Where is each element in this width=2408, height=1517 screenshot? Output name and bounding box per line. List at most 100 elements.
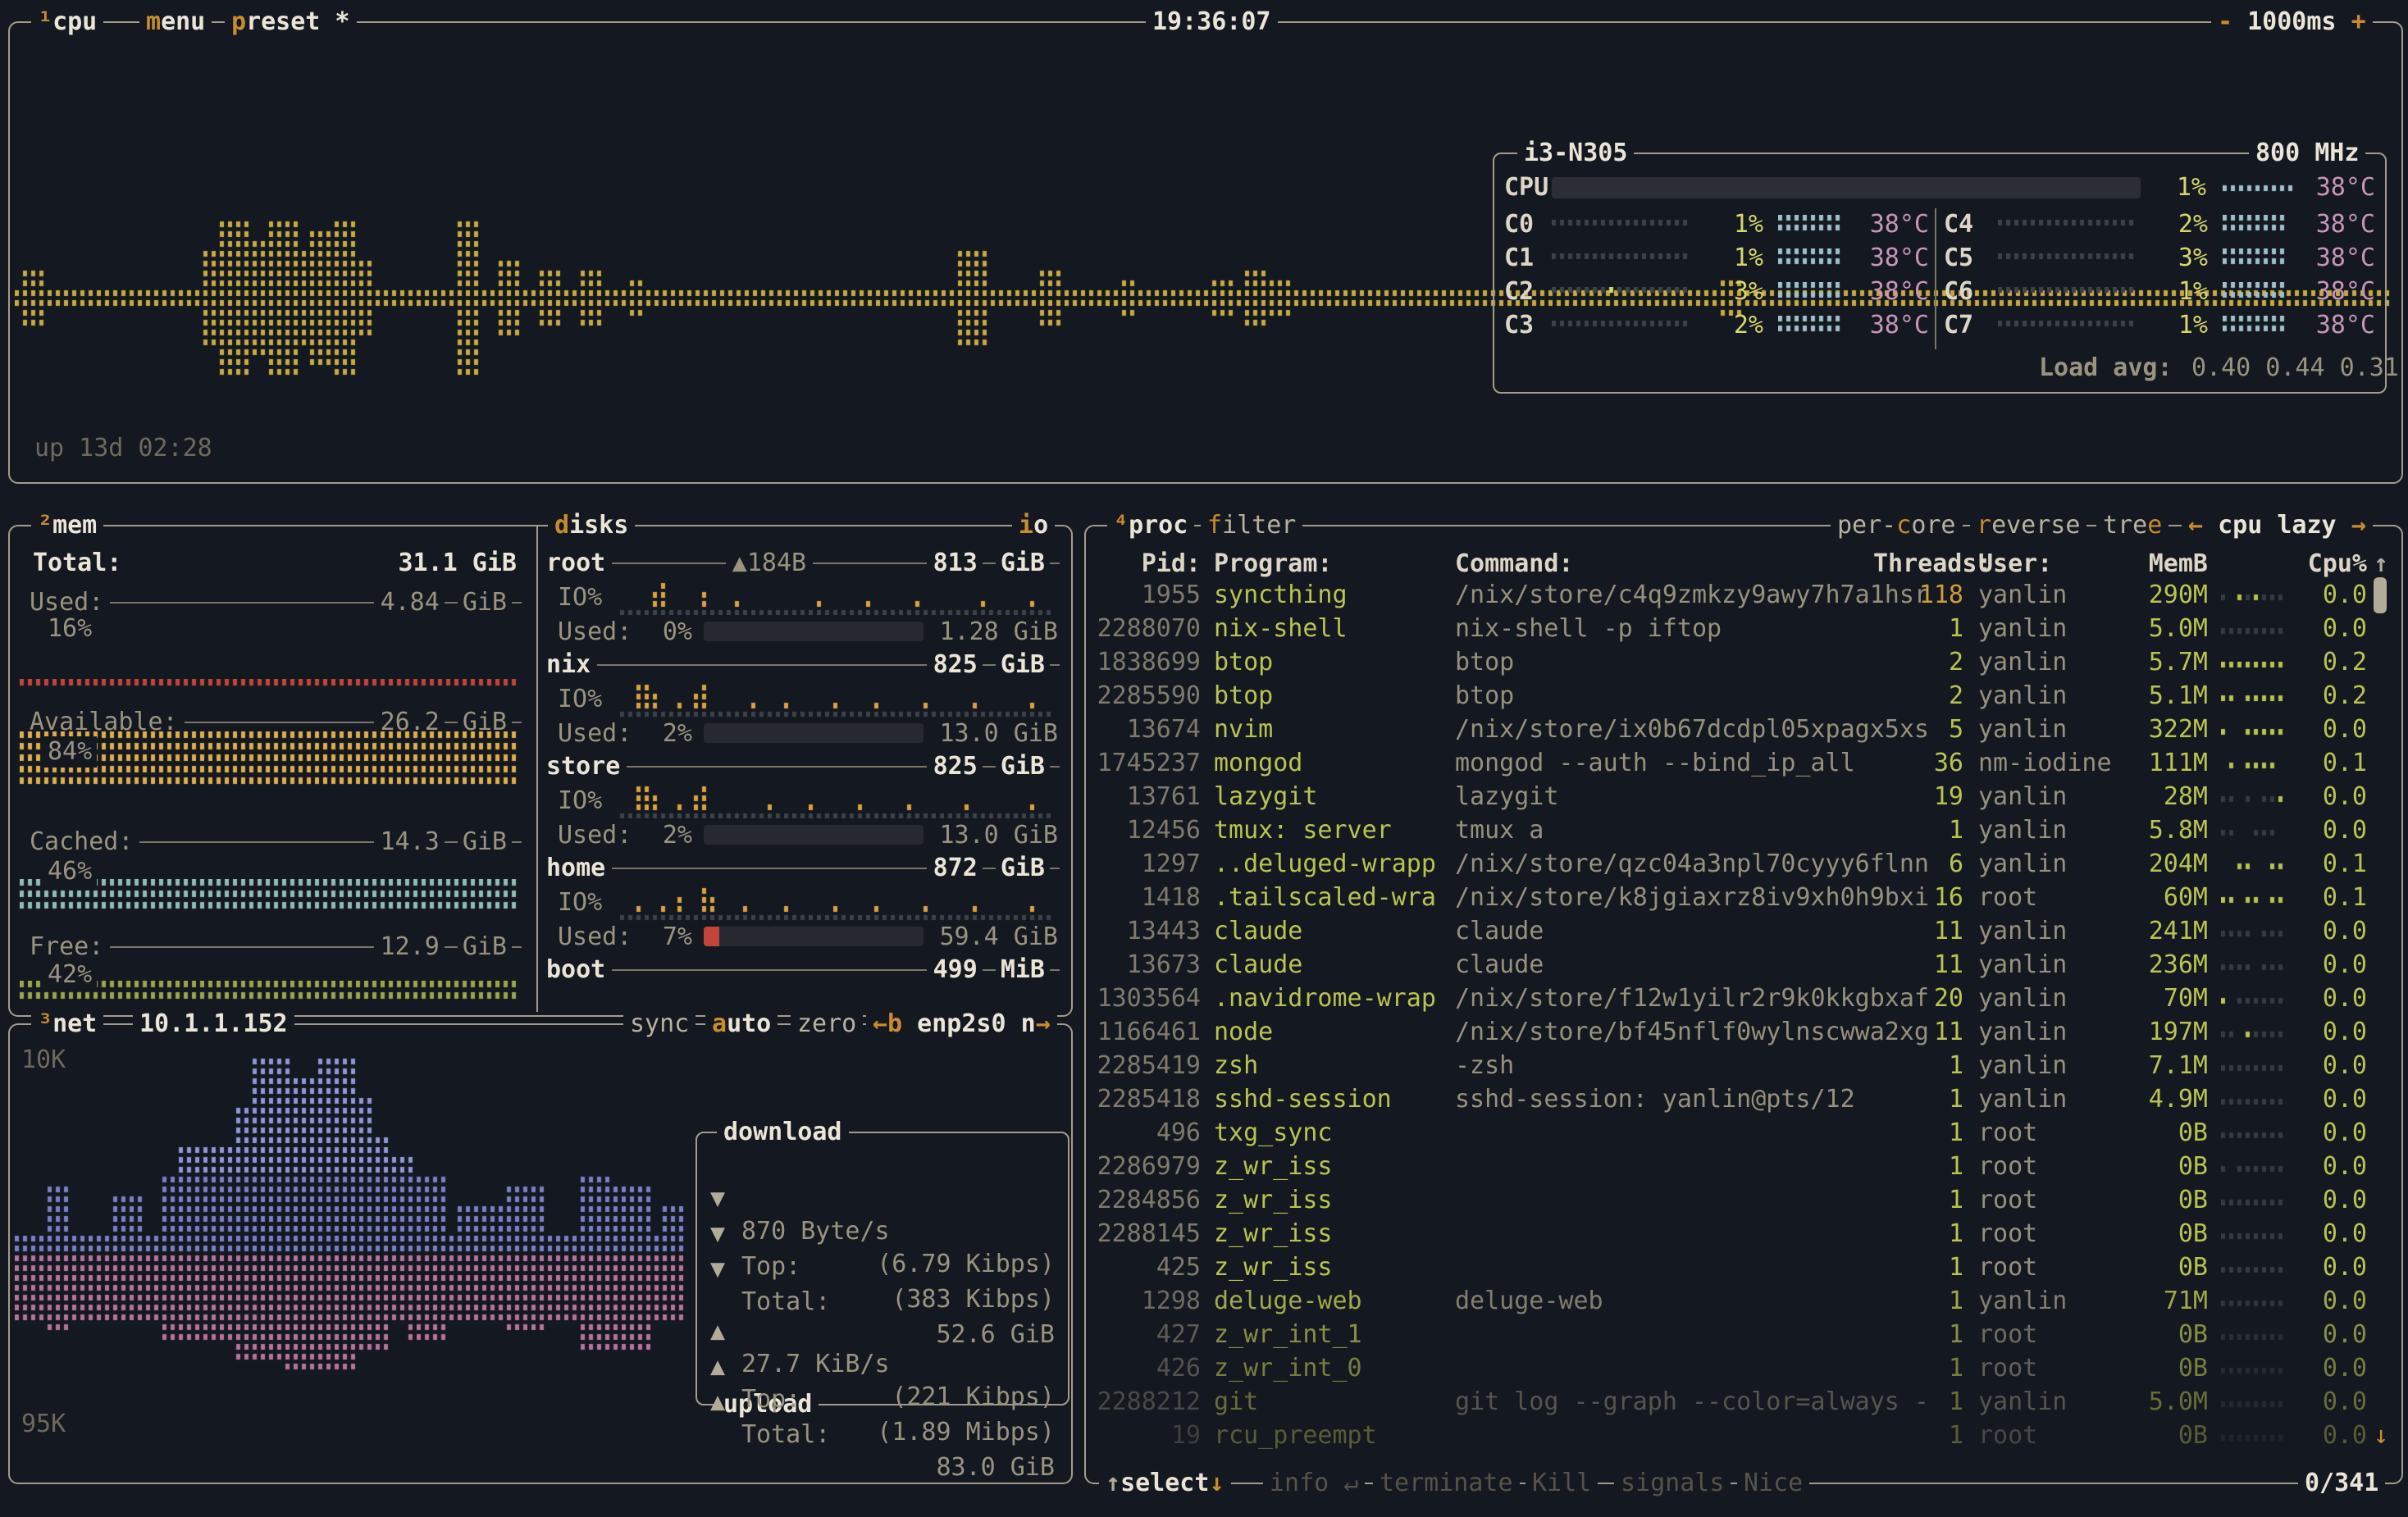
table-row[interactable]: 426 z_wr_int_0 1 root 0B 0.0: [1086, 1352, 2398, 1386]
core-usage-meter: [1998, 321, 2139, 332]
net-auto-button[interactable]: auto: [705, 1008, 778, 1041]
mem-cell: 290M: [2095, 579, 2208, 612]
table-row[interactable]: 1298 deluge-web deluge-web 1 yanlin 71M …: [1086, 1285, 2398, 1319]
disk-activity: 184B: [747, 548, 806, 579]
cpu-history-mini-graph: [2221, 1228, 2292, 1244]
threads-cell: 1: [1873, 1319, 1963, 1351]
table-row[interactable]: 2285418 sshd-session sshd-session: yanli…: [1086, 1083, 2398, 1117]
pid-cell: 13673: [1094, 949, 1201, 982]
signals-button[interactable]: signals: [1614, 1467, 1731, 1500]
table-row[interactable]: 427 z_wr_int_1 1 root 0B 0.0: [1086, 1319, 2398, 1352]
table-row[interactable]: 1418 .tailscaled-wra /nix/store/k8jgiaxr…: [1086, 882, 2398, 915]
table-row[interactable]: 2285590 btop btop 2 yanlin 5.1M 0.2: [1086, 680, 2398, 713]
interval-decrease-button[interactable]: -: [2218, 7, 2232, 36]
pid-cell: 1418: [1094, 882, 1201, 914]
next-interface-button[interactable]: →: [1036, 1009, 1051, 1038]
terminate-button[interactable]: terminate: [1373, 1467, 1520, 1500]
disk-used-value: 13.0 GiB: [937, 718, 1058, 749]
command-cell: lazygit: [1455, 781, 1558, 813]
table-row[interactable]: 13674 nvim /nix/store/ix0b67dcdpl05xpagx…: [1086, 713, 2398, 747]
cpu-history-mini-graph: [2221, 1261, 2292, 1278]
table-row[interactable]: 13761 lazygit lazygit 19 yanlin 28M 0.0: [1086, 781, 2398, 814]
disk-io-graph: [620, 886, 1058, 922]
table-row[interactable]: 2288145 z_wr_iss 1 root 0B 0.0: [1086, 1218, 2398, 1251]
disk-size-unit: GiB: [1001, 649, 1045, 681]
cpu-cell: 0.0: [2292, 1285, 2367, 1318]
disk-used-value: 13.0 GiB: [937, 820, 1058, 851]
table-row[interactable]: 2285419 zsh -zsh 1 yanlin 7.1M 0.0: [1086, 1050, 2398, 1083]
cpu-cell: 0.0: [2292, 1117, 2367, 1150]
threads-cell: 11: [1873, 1016, 1963, 1049]
disk-used-value: 59.4 GiB: [937, 922, 1058, 953]
cpu-cell: 0.0: [2292, 1184, 2367, 1217]
table-row[interactable]: 496 txg_sync 1 root 0B 0.0: [1086, 1117, 2398, 1150]
core-column-divider: [1935, 208, 1936, 349]
table-row[interactable]: 1303564 .navidrome-wrap /nix/store/f12w1…: [1086, 982, 2398, 1016]
pid-cell: 496: [1094, 1117, 1201, 1150]
mem-cell: 204M: [2095, 848, 2208, 881]
threads-cell: 1: [1873, 1184, 1963, 1217]
table-row[interactable]: 1297 ..deluged-wrapp /nix/store/qzc04a3n…: [1086, 848, 2398, 882]
table-row[interactable]: 13443 claude claude 11 yanlin 241M 0.0: [1086, 915, 2398, 949]
mem-cell: 0B: [2095, 1117, 2208, 1150]
program-cell: deluge-web: [1214, 1285, 1362, 1318]
prev-interface-button[interactable]: ←b: [873, 1009, 902, 1038]
select-control[interactable]: ↑select↓: [1099, 1467, 1231, 1500]
table-row[interactable]: 1166461 node /nix/store/bf45nflf0wylnscw…: [1086, 1016, 2398, 1050]
kill-button[interactable]: Kill: [1526, 1467, 1598, 1500]
disk-name: nix: [546, 649, 591, 681]
net-info-row: ▼ Total: 52.6 GiB: [710, 1220, 1055, 1255]
transfer-direction-icon: ▲: [710, 1386, 725, 1419]
table-row[interactable]: 12456 tmux: server tmux a 1 yanlin 5.8M …: [1086, 814, 2398, 848]
table-row[interactable]: 19 rcu_preempt 1 root 0B 0.0: [1086, 1419, 2398, 1453]
table-row[interactable]: 1838699 btop btop 2 yanlin 5.7M 0.2: [1086, 646, 2398, 680]
core-temp-graph: [2223, 248, 2290, 270]
program-cell: txg_sync: [1214, 1117, 1333, 1150]
net-info-label: Total:: [741, 1419, 830, 1451]
command-cell: /nix/store/f12w1yilr2r9k0kkgbxaf: [1455, 982, 1929, 1015]
disk-io-graph: [620, 784, 1058, 820]
table-row[interactable]: 1745237 mongod mongod --auth --bind_ip_a…: [1086, 747, 2398, 781]
core-row: C6 1% 38°C: [1494, 276, 2382, 309]
table-row[interactable]: 2286979 z_wr_iss 1 root 0B 0.0: [1086, 1150, 2398, 1184]
threads-cell: 20: [1873, 982, 1963, 1015]
disk-name: store: [546, 751, 620, 782]
net-interface-switcher[interactable]: ←b enp2s0 n→: [866, 1008, 1057, 1041]
cpu-history-mini-graph: [2221, 589, 2292, 605]
interval-increase-button[interactable]: +: [2351, 7, 2366, 36]
command-cell: git log --graph --color=always -: [1455, 1386, 1929, 1419]
update-interval-control[interactable]: - 1000ms +: [2211, 6, 2373, 39]
menu-button[interactable]: menu: [139, 6, 212, 39]
nice-button[interactable]: Nice: [1737, 1467, 1809, 1500]
cpu-panel-title[interactable]: ¹cpu: [31, 6, 103, 39]
interface-name: enp2s0: [902, 1009, 1021, 1038]
scroll-down-icon[interactable]: ↓: [2374, 1420, 2388, 1451]
cpu-detail-box: i3-N305 800 MHz CPU 1% 38°C C0 1% 38°C C…: [1493, 153, 2387, 394]
core-percent: 3%: [2144, 242, 2208, 275]
preset-button[interactable]: preset *: [225, 6, 357, 39]
table-row[interactable]: 13673 claude claude 11 yanlin 236M 0.0: [1086, 949, 2398, 982]
mem-cell: 0B: [2095, 1184, 2208, 1217]
mem-cell: 0B: [2095, 1352, 2208, 1385]
pid-cell: 1166461: [1094, 1016, 1201, 1049]
core-temp: 38°C: [2303, 208, 2375, 241]
net-panel-title[interactable]: ³net: [31, 1008, 103, 1041]
net-sync-button[interactable]: sync: [623, 1008, 695, 1041]
table-row[interactable]: 2288212 git git log --graph --color=alwa…: [1086, 1386, 2398, 1419]
cpu-cell: 0.0: [2292, 1386, 2367, 1419]
select-up-icon[interactable]: ↑: [1106, 1469, 1120, 1497]
info-button[interactable]: info ↵: [1263, 1467, 1365, 1500]
table-row[interactable]: 1955 syncthing /nix/store/c4q9zmkzy9awy7…: [1086, 579, 2398, 613]
disk-size-value: 813: [933, 548, 978, 579]
table-row[interactable]: 2288070 nix-shell nix-shell -p iftop 1 y…: [1086, 613, 2398, 646]
mem-cell: 71M: [2095, 1285, 2208, 1318]
table-row[interactable]: 2284856 z_wr_iss 1 root 0B 0.0: [1086, 1184, 2398, 1218]
mem-cell: 4.9M: [2095, 1083, 2208, 1116]
select-down-icon[interactable]: ↓: [1209, 1469, 1224, 1497]
threads-cell: 1: [1873, 1386, 1963, 1419]
cpu-cell: 0.0: [2292, 949, 2367, 982]
table-row[interactable]: 425 z_wr_iss 1 root 0B 0.0: [1086, 1251, 2398, 1285]
command-cell: /nix/store/bf45nflf0wylnscwwa2xg: [1455, 1016, 1929, 1049]
net-zero-button[interactable]: zero: [791, 1008, 863, 1041]
mem-cell: 28M: [2095, 781, 2208, 813]
